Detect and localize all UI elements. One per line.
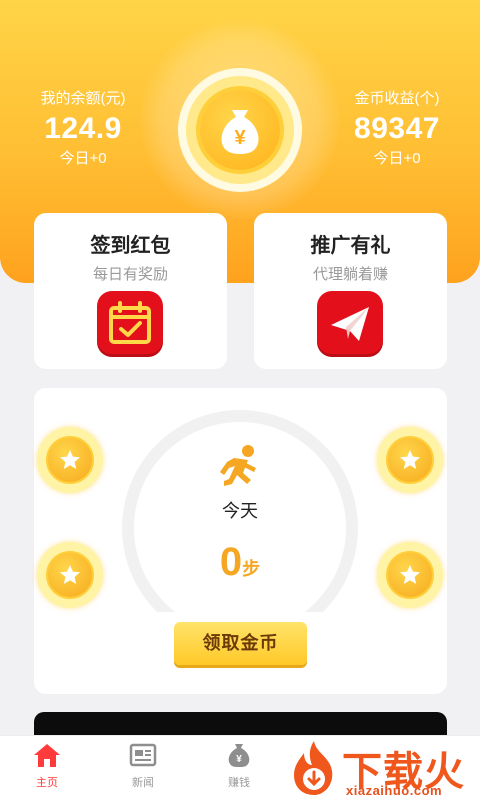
tab-news[interactable]: 新闻 xyxy=(108,742,178,790)
today-label: 今天 xyxy=(222,501,258,521)
currency-symbol: ¥ xyxy=(234,127,246,149)
svg-text:¥: ¥ xyxy=(236,754,242,765)
coins-today: 今日+0 xyxy=(373,150,421,167)
promotion-subtitle: 代理躺着赚 xyxy=(312,266,388,283)
tab-news-label: 新闻 xyxy=(132,777,154,789)
coins-value: 89347 xyxy=(354,112,440,145)
calendar-check-icon xyxy=(97,291,163,357)
tab-home[interactable]: 主页 xyxy=(12,742,82,790)
promotion-title: 推广有礼 xyxy=(310,235,391,257)
watermark-url: xiazaihuo.com xyxy=(346,783,443,798)
money-bag-icon: ¥ xyxy=(228,744,250,767)
money-bag-icon: ¥ xyxy=(221,110,259,154)
news-icon xyxy=(129,743,157,767)
balance-value: 124.9 xyxy=(44,112,122,145)
steps-value: 0 xyxy=(219,540,243,584)
balance-today: 今日+0 xyxy=(59,150,107,167)
coins-label: 金币收益(个) xyxy=(354,90,440,107)
star-icon xyxy=(400,565,420,584)
steps-unit: 步 xyxy=(242,559,261,579)
star-coin-top-left[interactable] xyxy=(37,427,103,493)
watermark: 下载火 xiazaihuo.com xyxy=(286,737,480,800)
steps-count: 0步 xyxy=(180,540,300,585)
star-coin-top-right[interactable] xyxy=(377,427,443,493)
star-coin-bottom-right[interactable] xyxy=(377,542,443,608)
sign-in-title: 签到红包 xyxy=(90,235,171,257)
coins-stat[interactable]: 金币收益(个) 89347 今日+0 xyxy=(322,88,472,170)
paper-plane-icon xyxy=(317,291,383,357)
star-icon xyxy=(60,565,80,584)
star-icon xyxy=(400,450,420,469)
balance-label: 我的余额(元) xyxy=(40,90,126,107)
star-coin-bottom-left[interactable] xyxy=(37,542,103,608)
claim-coins-button[interactable]: 领取金币 xyxy=(174,622,307,665)
running-man-icon xyxy=(220,445,256,486)
sign-in-subtitle: 每日有奖励 xyxy=(92,266,168,283)
sign-in-card[interactable]: 签到红包 每日有奖励 xyxy=(34,213,227,369)
tab-home-label: 主页 xyxy=(36,777,58,789)
flame-logo-icon xyxy=(294,741,333,795)
balance-stat[interactable]: 我的余额(元) 124.9 今日+0 xyxy=(8,88,158,170)
tab-earn-label: 赚钱 xyxy=(228,777,250,789)
promotion-card[interactable]: 推广有礼 代理躺着赚 xyxy=(254,213,447,369)
home-icon xyxy=(34,744,60,767)
star-icon xyxy=(60,450,80,469)
tab-earn[interactable]: ¥ 赚钱 xyxy=(204,742,274,790)
